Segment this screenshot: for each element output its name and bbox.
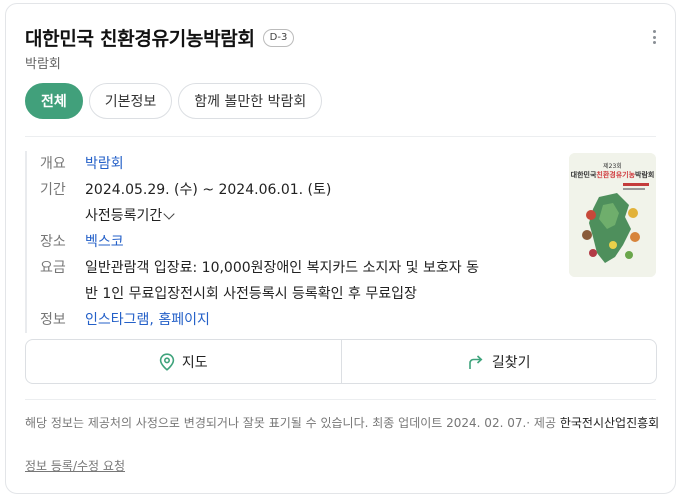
info-row-fee-cont: 반 1인 무료입장전시회 사전등록시 등록확인 후 무료입장 bbox=[40, 281, 560, 307]
directions-button[interactable]: 길찾기 bbox=[340, 340, 657, 383]
divider bbox=[25, 136, 656, 137]
links-label: 정보 bbox=[40, 312, 66, 328]
category-subtitle: 박람회 bbox=[25, 57, 61, 72]
poster-title-b: 친환경유기농 bbox=[596, 171, 636, 179]
poster-image[interactable]: 제23회 대한민국친환경유기농박람회 bbox=[569, 153, 656, 277]
map-pin-icon bbox=[159, 352, 175, 371]
info-row-place: 장소 벡스코 bbox=[40, 229, 560, 255]
title-row: 대한민국 친환경유기농박람회 D-3 bbox=[25, 24, 295, 51]
homepage-link[interactable]: 홈페이지 bbox=[158, 312, 210, 328]
poster-title-a: 대한민국 bbox=[570, 171, 597, 179]
update-notice: 해당 정보는 제공처의 사정으로 변경되거나 잘못 표기될 수 있습니다. 최종… bbox=[25, 413, 660, 433]
route-arrow-icon bbox=[469, 354, 483, 369]
divider bbox=[25, 399, 656, 400]
info-list: 개요 박람회 기간 2024.05.29. (수) ~ 2024.06.01. … bbox=[25, 151, 560, 333]
link-separator: , bbox=[149, 312, 159, 328]
place-link[interactable]: 벡스코 bbox=[85, 234, 124, 250]
tab-bar: 전체 기본정보 함께 볼만한 박람회 bbox=[25, 83, 323, 119]
period-value: 2024.05.29. (수) ~ 2024.06.01. (토) bbox=[85, 182, 332, 198]
preregistration-label: 사전등록기간 bbox=[85, 208, 163, 224]
event-card: 대한민국 친환경유기농박람회 D-3 박람회 전체 기본정보 함께 볼만한 박람… bbox=[5, 3, 676, 494]
more-vertical-icon[interactable] bbox=[653, 30, 657, 46]
info-row-overview: 개요 박람회 bbox=[40, 151, 560, 177]
poster-title: 대한민국친환경유기농박람회 bbox=[569, 170, 656, 180]
report-edit-link[interactable]: 정보 등록/수정 요청 bbox=[25, 457, 125, 474]
page-title[interactable]: 대한민국 친환경유기농박람회 bbox=[25, 24, 255, 51]
tab-all[interactable]: 전체 bbox=[25, 83, 83, 119]
map-button-label: 지도 bbox=[181, 354, 208, 371]
map-button[interactable]: 지도 bbox=[26, 340, 341, 383]
overview-label: 개요 bbox=[40, 156, 66, 172]
chevron-down-icon bbox=[163, 208, 175, 220]
poster-title-c: 박람회 bbox=[635, 171, 655, 179]
source-link[interactable]: 한국전시산업진흥회 bbox=[560, 416, 659, 430]
info-row-links: 정보 인스타그램, 홈페이지 bbox=[40, 307, 560, 333]
tab-related-fairs[interactable]: 함께 볼만한 박람회 bbox=[178, 83, 323, 119]
info-row-period: 기간 2024.05.29. (수) ~ 2024.06.01. (토) bbox=[40, 177, 560, 203]
fee-value-cont: 반 1인 무료입장전시회 사전등록시 등록확인 후 무료입장 bbox=[85, 286, 417, 302]
preregistration-toggle[interactable]: 사전등록기간 bbox=[85, 203, 175, 229]
action-bar: 지도 길찾기 bbox=[25, 339, 657, 384]
fee-value: 일반관람객 입장료: 10,000원장애인 복지카드 소지자 및 보호자 동 bbox=[85, 260, 479, 276]
period-label: 기간 bbox=[40, 182, 66, 198]
directions-button-label: 길찾기 bbox=[491, 354, 531, 371]
tab-basic-info[interactable]: 기본정보 bbox=[88, 83, 173, 119]
info-row-preregistration: 사전등록기간 bbox=[40, 203, 560, 229]
overview-link[interactable]: 박람회 bbox=[85, 156, 124, 172]
fee-label: 요금 bbox=[40, 260, 66, 276]
notice-text: 해당 정보는 제공처의 사정으로 변경되거나 잘못 표기될 수 있습니다. 최종… bbox=[25, 416, 556, 430]
instagram-link[interactable]: 인스타그램 bbox=[85, 312, 149, 328]
place-label: 장소 bbox=[40, 234, 66, 250]
poster-edition: 제23회 bbox=[603, 163, 622, 170]
info-row-fee: 요금 일반관람객 입장료: 10,000원장애인 복지카드 소지자 및 보호자 … bbox=[40, 255, 560, 281]
dday-badge: D-3 bbox=[262, 28, 295, 47]
